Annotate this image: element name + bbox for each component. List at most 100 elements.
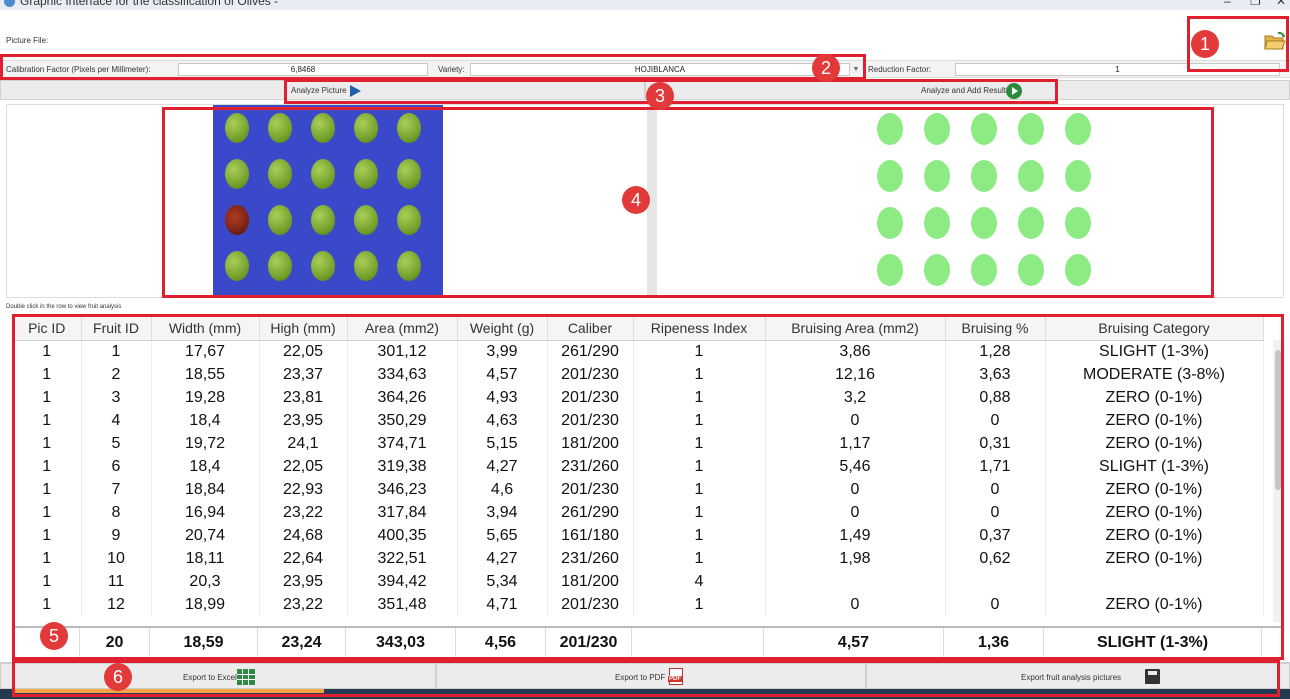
cell-area: 350,29 — [347, 409, 458, 432]
segmented-olive — [1018, 254, 1044, 286]
analyze-and-add-results-button[interactable]: Analyze and Add Results — [645, 80, 1290, 100]
cell-ripeness-index: 1 — [633, 363, 766, 386]
column-header-high[interactable]: High (mm) — [259, 317, 348, 341]
table-scrollbar[interactable] — [1273, 340, 1283, 622]
cell-pic-id: 1 — [13, 478, 82, 501]
cell-fruit-id: 7 — [81, 478, 152, 501]
scrollbar-thumb[interactable] — [1275, 350, 1281, 490]
cell-weight: 4,63 — [457, 409, 548, 432]
cell-weight: 5,15 — [457, 432, 548, 455]
table-hint: Double click in the row to view fruit an… — [6, 304, 122, 310]
cell-bruising-area: 3,86 — [765, 340, 946, 363]
minimize-button[interactable]: – — [1224, 0, 1231, 8]
table-row[interactable]: 1 2 18,55 23,37 334,63 4,57 201/230 1 12,16 3,63 M… — [13, 363, 1264, 386]
maximize-button[interactable]: ❐ — [1250, 0, 1261, 8]
column-header-fruit-id[interactable]: Fruit ID — [81, 317, 152, 341]
table-row[interactable]: 1 11 20,3 23,95 394,42 5,34 181/200 4 — [13, 570, 1264, 593]
table-row[interactable]: 1 3 19,28 23,81 364,26 4,93 201/230 1 3,2 0,88 ZER… — [13, 386, 1264, 409]
table-row[interactable]: 1 10 18,11 22,64 322,51 4,27 231/260 1 1,98 0,62 Z… — [13, 547, 1264, 570]
cell-pic-id: 1 — [13, 524, 82, 547]
cell-caliber: 201/230 — [547, 409, 634, 432]
cell-pic-id: 1 — [13, 570, 82, 593]
segmented-olive — [1065, 254, 1091, 286]
cell-bruising-percent: 0,88 — [945, 386, 1046, 409]
pdf-icon — [668, 668, 683, 685]
export-pictures-button[interactable]: Export fruit analysis pictures — [866, 663, 1290, 689]
table-row[interactable]: 1 8 16,94 23,22 317,84 3,94 261/290 1 0 0 ZERO (0-… — [13, 501, 1264, 524]
cell-bruising-category: ZERO (0-1%) — [1045, 524, 1264, 547]
table-row[interactable]: 1 4 18,4 23,95 350,29 4,63 201/230 1 0 0 ZERO (0-1… — [13, 409, 1264, 432]
cell-weight: 4,71 — [457, 593, 548, 616]
olive — [354, 251, 378, 281]
original-olive-image[interactable] — [213, 105, 443, 297]
cell-high: 22,93 — [259, 478, 348, 501]
column-header-bruising-percent[interactable]: Bruising % — [945, 317, 1046, 341]
cell-bruising-percent: 0,62 — [945, 547, 1046, 570]
cell-bruising-area: 1,98 — [765, 547, 946, 570]
cell-high: 22,64 — [259, 547, 348, 570]
table-row[interactable]: 1 7 18,84 22,93 346,23 4,6 201/230 1 0 0 ZERO (0-1… — [13, 478, 1264, 501]
cell-ripeness-index: 1 — [633, 409, 766, 432]
export-excel-button[interactable]: Export to Excell — [0, 663, 436, 689]
cell-bruising-area: 0 — [765, 409, 946, 432]
table-row[interactable]: 1 1 17,67 22,05 301,12 3,99 261/290 1 3,86 1,28 SL… — [13, 340, 1264, 363]
olive — [397, 159, 421, 189]
export-pdf-label: Export to PDF — [615, 673, 666, 682]
column-header-bruising-category[interactable]: Bruising Category — [1045, 317, 1264, 341]
total-high: 23,24 — [258, 628, 346, 658]
segmented-olive — [971, 113, 997, 145]
variety-select[interactable]: HOJIBLANCA — [470, 63, 850, 76]
picture-file-input[interactable] — [60, 29, 1180, 51]
column-header-pic-id[interactable]: Pic ID — [13, 317, 82, 341]
cell-pic-id: 1 — [13, 386, 82, 409]
results-table[interactable]: Pic ID Fruit ID Width (mm) High (mm) Area (m… — [12, 316, 1284, 658]
reduction-factor-input[interactable]: 1 — [955, 63, 1280, 76]
cell-width: 18,55 — [151, 363, 260, 386]
cell-width: 18,4 — [151, 455, 260, 478]
cell-fruit-id: 10 — [81, 547, 152, 570]
segmented-olive — [924, 207, 950, 239]
segmented-olive — [877, 254, 903, 286]
calibration-factor-input[interactable]: 6,8468 — [178, 63, 428, 76]
taskbar-active-tab — [14, 689, 324, 693]
cell-caliber: 201/230 — [547, 593, 634, 616]
segmented-olive — [1018, 160, 1044, 192]
segmented-olive-image[interactable] — [867, 105, 1107, 297]
table-header-row: Pic ID Fruit ID Width (mm) High (mm) Area (m… — [13, 317, 1264, 341]
olive — [311, 159, 335, 189]
total-fruit-id: 20 — [80, 628, 150, 658]
segmented-olive — [1065, 113, 1091, 145]
open-folder-icon[interactable] — [1264, 31, 1286, 51]
column-header-weight[interactable]: Weight (g) — [457, 317, 548, 341]
column-header-caliber[interactable]: Caliber — [547, 317, 634, 341]
cell-bruising-percent: 3,63 — [945, 363, 1046, 386]
table-row[interactable]: 1 12 18,99 23,22 351,48 4,71 201/230 1 0 0 ZERO (0… — [13, 593, 1264, 616]
column-header-width[interactable]: Width (mm) — [151, 317, 260, 341]
export-pdf-button[interactable]: Export to PDF — [436, 663, 866, 689]
total-bruising-category: SLIGHT (1-3%) — [1044, 628, 1262, 658]
analyze-picture-button[interactable]: Analyze Picture — [0, 80, 645, 100]
column-header-area[interactable]: Area (mm2) — [347, 317, 458, 341]
variety-dropdown-arrow-icon[interactable]: ▼ — [850, 63, 862, 76]
close-button[interactable]: ✕ — [1276, 0, 1286, 8]
cell-bruising-area: 0 — [765, 593, 946, 616]
table-row[interactable]: 1 6 18,4 22,05 319,38 4,27 231/260 1 5,46 1,71 SLI… — [13, 455, 1264, 478]
annotation-badge-2: 2 — [812, 54, 840, 82]
cell-area: 317,84 — [347, 501, 458, 524]
segmented-olive — [971, 207, 997, 239]
cell-bruising-area: 1,17 — [765, 432, 946, 455]
app-icon — [4, 0, 15, 7]
play-icon — [350, 85, 361, 97]
column-header-bruising-area[interactable]: Bruising Area (mm2) — [765, 317, 946, 341]
cell-weight: 5,34 — [457, 570, 548, 593]
column-header-ripeness-index[interactable]: Ripeness Index — [633, 317, 766, 341]
save-icon — [1145, 669, 1160, 684]
table-row[interactable]: 1 5 19,72 24,1 374,71 5,15 181/200 1 1,17 0,31 ZER… — [13, 432, 1264, 455]
cell-high: 24,1 — [259, 432, 348, 455]
table-row[interactable]: 1 9 20,74 24,68 400,35 5,65 161/180 1 1,49 0,37 ZE… — [13, 524, 1264, 547]
cell-bruising-area: 12,16 — [765, 363, 946, 386]
cell-bruising-percent: 0 — [945, 501, 1046, 524]
picture-file-label: Picture File: — [6, 36, 49, 45]
cell-weight: 4,27 — [457, 547, 548, 570]
total-area: 343,03 — [346, 628, 456, 658]
